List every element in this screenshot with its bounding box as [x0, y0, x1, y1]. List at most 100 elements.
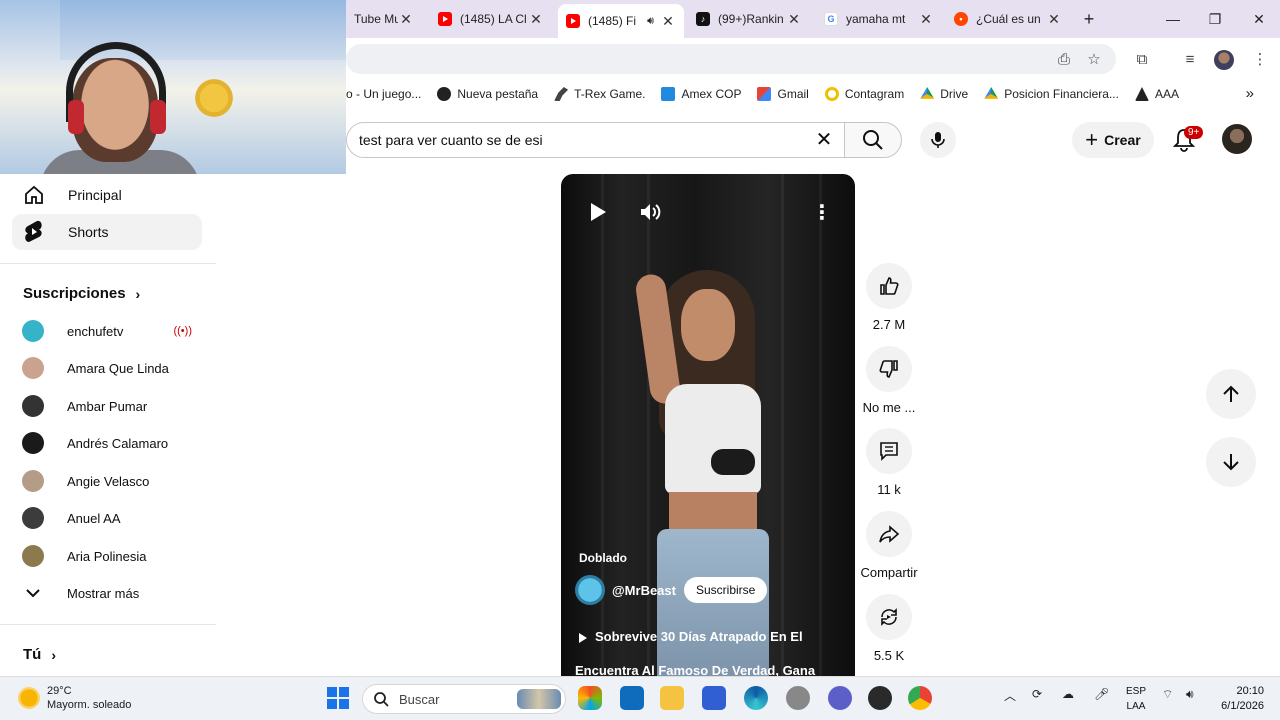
close-tab-icon[interactable]: ✕	[918, 11, 934, 28]
new-tab-button[interactable]: +	[1074, 8, 1104, 30]
minimize-icon[interactable]: —	[1158, 8, 1188, 30]
file-explorer-icon[interactable]	[660, 686, 684, 710]
subscription-aria[interactable]: Aria Polinesia	[22, 541, 202, 571]
video-title[interactable]: Sobrevive 30 Días Atrapado En El Encuent…	[575, 620, 843, 676]
tab-tiktok[interactable]: ♪ (99+)Rankin ✕	[688, 6, 810, 32]
volume-icon[interactable]	[634, 196, 666, 228]
taskbar-search[interactable]: Buscar	[362, 684, 566, 714]
dislike-button[interactable]	[866, 346, 912, 392]
tray-overflow-icon[interactable]: ︿	[1004, 687, 1016, 704]
previous-short-button[interactable]	[1206, 369, 1256, 419]
share-action[interactable]: Compartir	[860, 511, 918, 580]
dino-icon	[554, 87, 569, 101]
shorts-player[interactable]: ⋮ Doblado @MrBeast Suscribirse Sobrevive…	[561, 174, 855, 676]
bookmark-5[interactable]: Contagram	[824, 87, 904, 101]
subscriptions-title: Suscripciones	[23, 285, 126, 302]
remix-button[interactable]	[866, 594, 912, 640]
more-bookmarks-icon[interactable]: »	[1246, 85, 1254, 102]
close-tab-icon[interactable]: ✕	[660, 13, 676, 30]
cloud-icon[interactable]: ☁	[1062, 687, 1074, 701]
play-icon[interactable]	[582, 196, 614, 228]
bookmark-3[interactable]: Amex COP	[661, 87, 741, 101]
chrome-icon[interactable]	[908, 686, 932, 710]
bookmark-6[interactable]: Drive	[920, 87, 968, 101]
app-icon[interactable]	[868, 686, 892, 710]
webcam-overlay	[0, 0, 346, 174]
search-query[interactable]: test para ver cuanto se de esi	[359, 132, 543, 148]
subscription-anuel[interactable]: Anuel AA	[22, 503, 202, 533]
tab-youtube-active[interactable]: (1485) Fi 🔊︎ ✕	[558, 4, 684, 38]
close-tab-icon[interactable]: ✕	[528, 11, 544, 28]
comments-button[interactable]	[866, 428, 912, 474]
subscription-andres[interactable]: Andrés Calamaro	[22, 428, 202, 458]
close-window-icon[interactable]: ✕	[1244, 8, 1274, 30]
create-button[interactable]: + Crear	[1072, 122, 1154, 158]
bookmark-0[interactable]: o - Un juego...	[346, 87, 421, 101]
subscription-name: enchufetv	[67, 323, 124, 339]
like-action[interactable]: 2.7 M	[866, 263, 912, 332]
speaker-icon[interactable]: 🔊︎	[647, 15, 654, 28]
channel-avatar[interactable]	[575, 575, 605, 605]
extensions-icon[interactable]: ⧉	[1132, 50, 1152, 70]
tab-youtube-music[interactable]: Tube Mu ✕	[346, 6, 422, 32]
voice-search-button[interactable]	[920, 122, 956, 158]
store-icon[interactable]	[702, 686, 726, 710]
share-button[interactable]	[866, 511, 912, 557]
subscription-enchufetv[interactable]: enchufetv ((•))	[22, 316, 202, 346]
copilot-icon[interactable]	[578, 686, 602, 710]
browser-menu-icon[interactable]: ⋮	[1250, 50, 1270, 70]
search-button[interactable]	[844, 122, 902, 158]
sidebar-item-shorts[interactable]: Shorts	[12, 214, 202, 250]
subscription-amara[interactable]: Amara Que Linda	[22, 353, 202, 383]
volume-tray-icon[interactable]: 🔊︎	[1186, 687, 1194, 702]
settings-gear-icon[interactable]	[786, 686, 810, 710]
bookmark-1[interactable]: Nueva pestaña	[437, 87, 538, 101]
search-input[interactable]: test para ver cuanto se de esi ✕	[346, 122, 844, 158]
tab-title: (99+)Rankin	[718, 12, 784, 26]
bookmark-2[interactable]: T-Rex Game.	[554, 87, 645, 101]
edge-icon[interactable]	[744, 686, 768, 710]
microphone-icon[interactable]: 🎤︎	[1094, 687, 1109, 701]
next-short-button[interactable]	[1206, 437, 1256, 487]
weather-widget[interactable]: 29°C Mayorm. soleado	[18, 684, 131, 712]
media-control-icon[interactable]: ≡	[1180, 50, 1200, 70]
close-tab-icon[interactable]: ✕	[1046, 11, 1062, 28]
clock[interactable]: 20:10 6/1/2026	[1212, 684, 1264, 714]
close-tab-icon[interactable]: ✕	[786, 11, 802, 28]
tab-google[interactable]: G yamaha mt ✕	[816, 6, 942, 32]
outlook-icon[interactable]	[620, 686, 644, 710]
bookmark-4[interactable]: Gmail	[757, 87, 809, 101]
arrow-down-icon	[1223, 454, 1239, 471]
you-title: Tú	[23, 646, 42, 663]
remix-action[interactable]: 5.5 K	[866, 594, 912, 663]
address-bar[interactable]	[346, 44, 1116, 74]
discord-icon[interactable]	[828, 686, 852, 710]
subscription-angie[interactable]: Angie Velasco	[22, 466, 202, 496]
more-options-icon[interactable]: ⋮	[806, 196, 838, 228]
wifi-icon[interactable]: ⌔	[1162, 687, 1173, 702]
bookmark-8[interactable]: AAA	[1134, 87, 1179, 101]
bookmark-7[interactable]: Posicion Financiera...	[984, 87, 1119, 101]
subscription-ambar[interactable]: Ambar Pumar	[22, 391, 202, 421]
install-app-icon[interactable]: ⎙	[1054, 50, 1074, 70]
clear-search-icon[interactable]: ✕	[812, 128, 836, 152]
sidebar-item-principal[interactable]: Principal	[12, 177, 202, 213]
account-avatar[interactable]	[1222, 124, 1252, 154]
windows-start-icon[interactable]	[326, 686, 350, 710]
comments-action[interactable]: 11 k	[866, 428, 912, 497]
tab-reddit[interactable]: • ¿Cuál es un ✕	[946, 6, 1070, 32]
subscriptions-header[interactable]: Suscripciones ›	[23, 285, 140, 302]
restore-icon[interactable]: ❐	[1200, 8, 1230, 30]
tab-youtube-1[interactable]: (1485) LA Cl ✕	[430, 6, 552, 32]
you-header[interactable]: Tú ›	[23, 646, 56, 663]
profile-avatar-icon[interactable]	[1214, 50, 1234, 70]
sync-icon[interactable]: ⟳	[1032, 687, 1042, 701]
bookmark-star-icon[interactable]: ☆	[1084, 50, 1104, 70]
language-indicator[interactable]: ESP LAA	[1124, 684, 1148, 714]
like-button[interactable]	[866, 263, 912, 309]
close-tab-icon[interactable]: ✕	[398, 11, 414, 28]
subscribe-button[interactable]: Suscribirse	[683, 577, 768, 603]
show-more-button[interactable]: Mostrar más	[22, 578, 202, 608]
channel-name[interactable]: @MrBeast	[612, 583, 676, 598]
dislike-action[interactable]: No me ...	[863, 346, 915, 415]
